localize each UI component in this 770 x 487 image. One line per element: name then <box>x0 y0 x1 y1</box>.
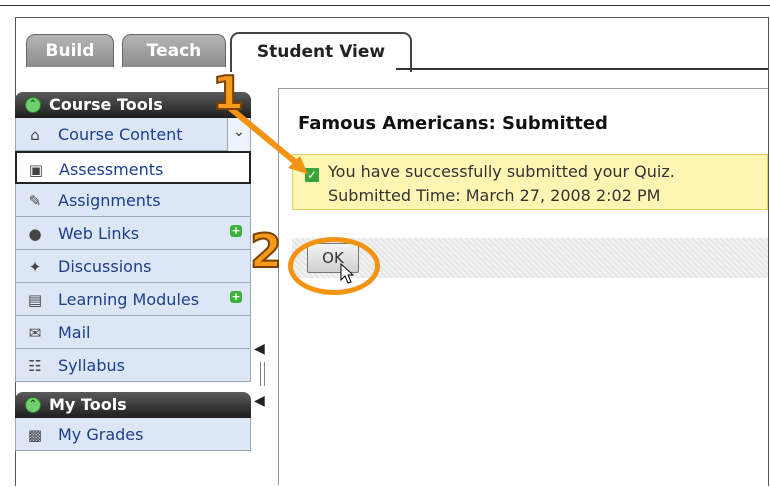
highlight-ring <box>288 237 380 295</box>
mail-icon: ✉ <box>28 324 42 342</box>
page-title: Famous Americans: Submitted <box>298 113 608 134</box>
home-icon: ⌂ <box>30 126 40 144</box>
drag-grip <box>260 362 265 386</box>
assignment-icon: ✎ <box>28 192 42 210</box>
module-icon: ▤ <box>27 291 43 309</box>
sidebar-item-assignments[interactable]: ✎ Assignments <box>15 184 251 217</box>
grades-icon: ▩ <box>27 426 43 444</box>
content-border-top <box>278 88 768 89</box>
mouse-pointer-icon <box>340 263 354 284</box>
sidebar-item-label: Syllabus <box>58 356 125 375</box>
add-icon[interactable]: + <box>230 225 242 237</box>
collapse-up-icon[interactable]: ⌃ <box>25 397 41 413</box>
sidebar-item-web-links[interactable]: ● Web Links + <box>15 217 251 250</box>
sidebar-item-label: Assignments <box>58 191 161 210</box>
sidebar-item-syllabus[interactable]: ☷ Syllabus <box>15 349 251 382</box>
sidebar-item-label: Web Links <box>58 224 140 243</box>
sidebar-item-label: Course Content <box>58 125 183 144</box>
tab-build[interactable]: Build <box>26 34 114 67</box>
tab-bar-divider <box>396 68 768 70</box>
my-tools-title: My Tools <box>49 395 127 414</box>
sidebar-item-learning-modules[interactable]: ▤ Learning Modules + <box>15 283 251 316</box>
success-message: ✓ You have successfully submitted your Q… <box>292 154 768 210</box>
sidebar-item-assessments[interactable]: ▣ Assessments <box>15 151 251 184</box>
tab-teach[interactable]: Teach <box>122 34 226 67</box>
sidebar-item-label: Mail <box>58 323 91 342</box>
tab-student-view[interactable]: Student View <box>230 32 412 72</box>
sidebar-item-label: Discussions <box>58 257 152 276</box>
sidebar: ⌃ Course Tools ⌂ Course Content ⌄⌄ ▣ Ass… <box>15 92 251 451</box>
globe-icon: ● <box>28 225 42 243</box>
pin-icon: ✦ <box>28 258 42 276</box>
sidebar-item-my-grades[interactable]: ▩ My Grades <box>15 418 251 451</box>
submitted-time: Submitted Time: March 27, 2008 2:02 PM <box>328 186 661 205</box>
add-icon[interactable]: + <box>230 291 242 303</box>
sidebar-item-course-content[interactable]: ⌂ Course Content ⌄⌄ <box>15 118 251 168</box>
assessment-icon: ▣ <box>28 161 44 179</box>
sidebar-item-label: Assessments <box>59 160 164 179</box>
triangle-left-icon: ◀ <box>254 393 265 409</box>
collapse-up-icon[interactable]: ⌃ <box>25 97 41 113</box>
syllabus-icon: ☷ <box>28 357 42 375</box>
sidebar-item-label: Learning Modules <box>58 290 200 309</box>
sidebar-item-label: My Grades <box>58 425 144 444</box>
step-number-2: 2 <box>249 224 283 278</box>
success-text: You have successfully submitted your Qui… <box>328 162 675 181</box>
course-tools-title: Course Tools <box>49 95 163 114</box>
my-tools-header[interactable]: ⌃ My Tools <box>15 392 251 418</box>
step-number-1: 1 <box>211 66 245 120</box>
sidebar-collapse-handle[interactable]: ◀ ◀ <box>254 340 272 410</box>
sidebar-item-discussions[interactable]: ✦ Discussions <box>15 250 251 283</box>
top-rule <box>0 5 770 6</box>
triangle-left-icon: ◀ <box>254 341 265 357</box>
sidebar-item-mail[interactable]: ✉ Mail <box>15 316 251 349</box>
